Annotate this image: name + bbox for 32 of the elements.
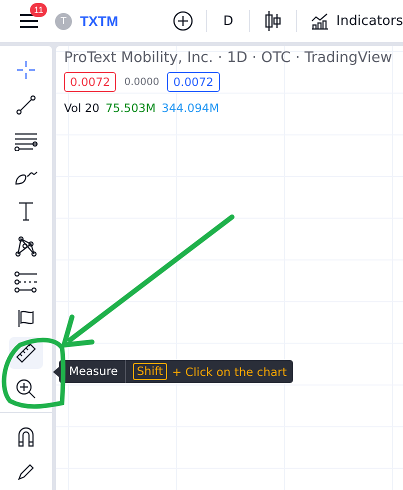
interval-button[interactable]: D (215, 6, 242, 36)
text-icon (17, 201, 35, 222)
pattern-icon (14, 236, 38, 258)
tooltip-hint: + Click on the chart (172, 364, 287, 378)
flag-icon (16, 308, 36, 328)
symbol-button[interactable]: T TXTM (55, 12, 118, 30)
indicators-icon (311, 12, 330, 30)
volume-ma-value: 344.094M (162, 101, 220, 115)
symbol-name: TXTM (80, 13, 118, 29)
spread-value: 0.0000 (124, 76, 160, 88)
chart-title: ProText Mobility, Inc. · 1D · OTC · TradingView (64, 50, 394, 66)
sell-price[interactable]: 0.0072 (64, 72, 116, 92)
symbol-logo: T (55, 12, 72, 30)
crosshair-icon (16, 60, 36, 80)
notification-badge: 11 (30, 3, 48, 17)
tooltip-label: Measure (69, 360, 126, 383)
zoom-in-icon (15, 378, 37, 400)
hotkey: Shift (132, 363, 168, 380)
parallel-lines-icon (14, 130, 38, 151)
plus-circle-icon (173, 11, 194, 31)
fib-levels-icon (14, 271, 38, 294)
magnet-icon (16, 426, 36, 448)
ruler-icon (15, 342, 37, 364)
volume-value: 75.503M (106, 101, 156, 115)
menu-button[interactable]: 11 (8, 2, 50, 40)
candlestick-icon (264, 10, 282, 32)
volume-label: Vol 20 (64, 101, 100, 115)
menu-icon (19, 13, 39, 29)
buy-price[interactable]: 0.0072 (167, 72, 220, 92)
indicators-button[interactable]: Indicators (305, 6, 403, 36)
pencil-icon (16, 462, 36, 482)
trend-line-icon (15, 94, 37, 116)
